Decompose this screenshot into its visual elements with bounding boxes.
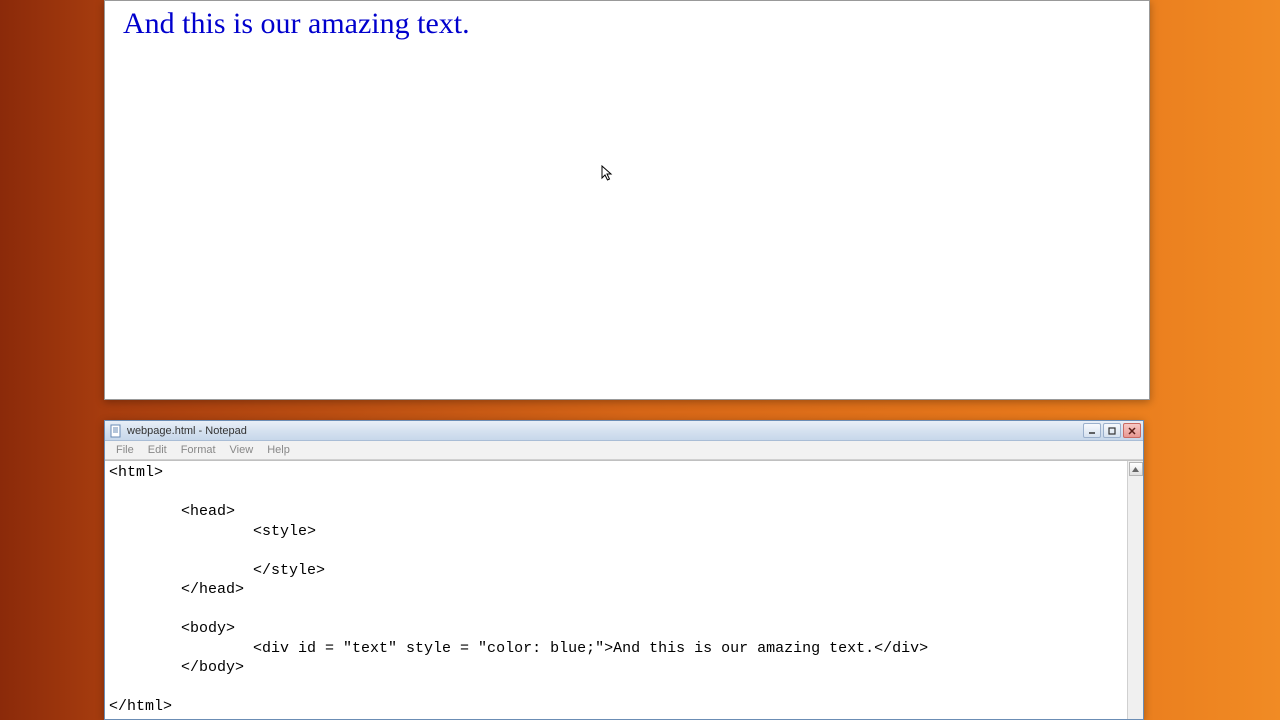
window-title: webpage.html - Notepad: [127, 425, 247, 437]
menu-help[interactable]: Help: [260, 442, 297, 458]
close-button[interactable]: [1123, 423, 1141, 438]
menu-format[interactable]: Format: [174, 442, 223, 458]
menubar: File Edit Format View Help: [105, 441, 1143, 460]
menu-file[interactable]: File: [109, 442, 141, 458]
browser-window: And this is our amazing text.: [104, 0, 1150, 400]
cursor-icon: [601, 165, 613, 183]
maximize-button[interactable]: [1103, 423, 1121, 438]
code-editor[interactable]: <html> <head> <style> </style> </head> <…: [105, 461, 1127, 719]
minimize-button[interactable]: [1083, 423, 1101, 438]
menu-view[interactable]: View: [223, 442, 261, 458]
scroll-up-button[interactable]: [1129, 462, 1143, 476]
browser-content[interactable]: And this is our amazing text.: [105, 1, 1149, 399]
vertical-scrollbar[interactable]: [1127, 461, 1143, 719]
menu-edit[interactable]: Edit: [141, 442, 174, 458]
editor-area: <html> <head> <style> </style> </head> <…: [105, 460, 1143, 719]
document-icon: [109, 424, 123, 438]
titlebar[interactable]: webpage.html - Notepad: [105, 421, 1143, 441]
window-controls: [1083, 423, 1141, 438]
notepad-window: webpage.html - Notepad File Edit Format …: [104, 420, 1144, 720]
rendered-text: And this is our amazing text.: [123, 7, 1131, 41]
